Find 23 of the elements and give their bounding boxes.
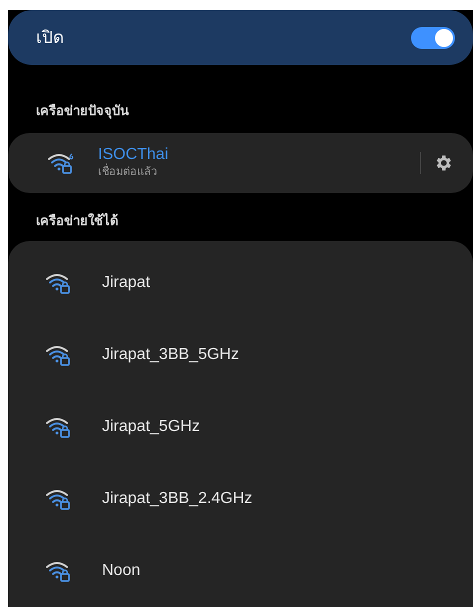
network-row[interactable]: Jirapat_3BB_5GHz [8,319,473,391]
section-header: เครือข่ายปัจจุบัน [36,103,129,118]
network-row[interactable]: Jirapat [8,247,473,319]
network-row[interactable]: Jirapat_3BB_2.4GHz [8,463,473,535]
network-row[interactable]: Noon [8,535,473,607]
switch-label: เปิด [36,26,64,49]
wifi-lock-icon [46,344,72,366]
network-name: Jirapat_5GHz [102,417,200,437]
wifi-lock-icon [46,560,72,582]
network-name: Noon [102,561,140,581]
network-name: Jirapat [102,273,150,293]
wifi-lock-icon [46,272,72,294]
section-header: เครือข่ายใช้ได้ [36,213,118,228]
toggle-switch[interactable] [411,26,455,48]
wifi-6-lock-icon [48,152,74,174]
connection-status: เชื่อมต่อแล้ว [98,164,158,180]
network-name: Jirapat_3BB_2.4GHz [102,489,252,509]
wifi-lock-icon [46,416,72,438]
connected-network-row[interactable]: ISOCThai เชื่อมต่อแล้ว [8,133,473,193]
network-name: ISOCThai [98,146,170,164]
network-row[interactable]: Jirapat_5GHz [8,391,473,463]
wifi-lock-icon [46,488,72,510]
network-name: Jirapat_3BB_5GHz [102,345,239,365]
